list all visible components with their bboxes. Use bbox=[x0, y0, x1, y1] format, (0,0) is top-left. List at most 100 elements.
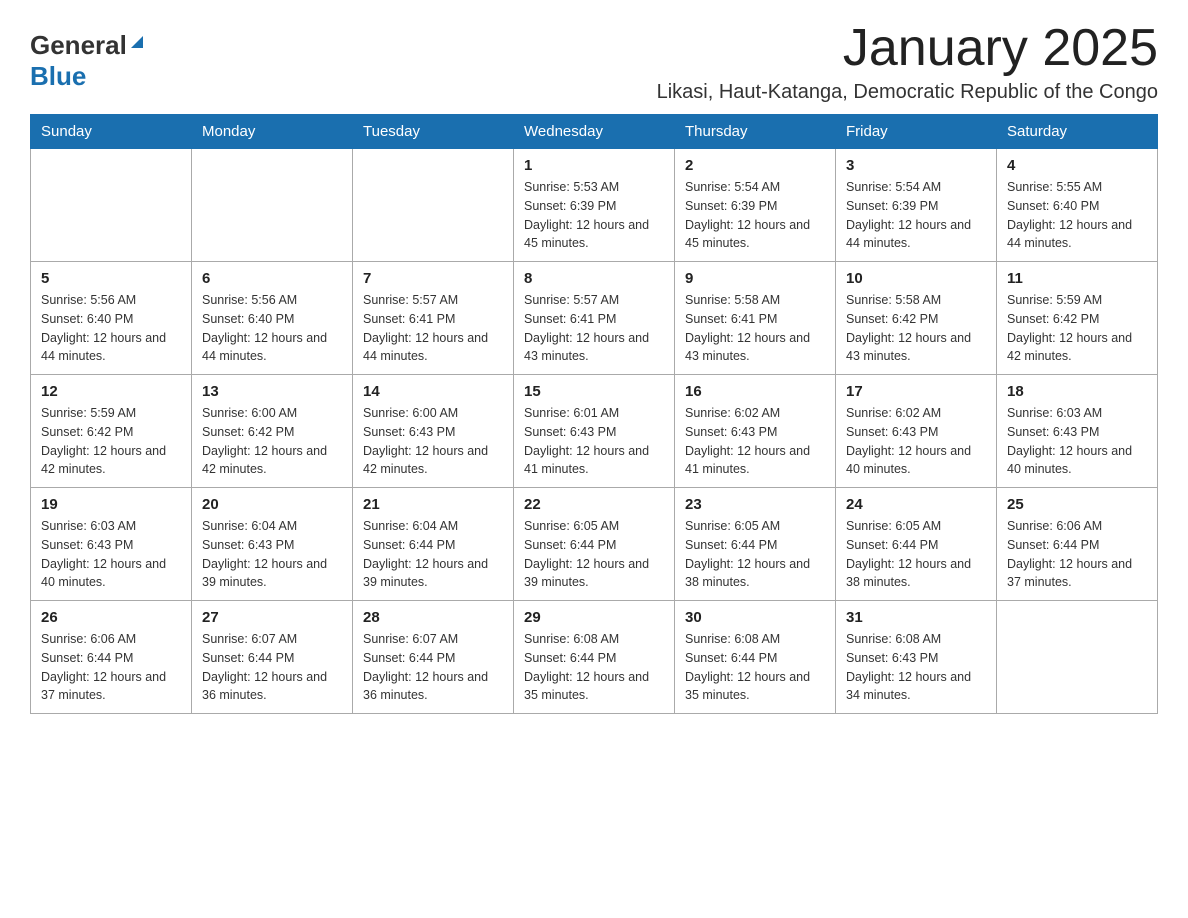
day-number: 22 bbox=[524, 496, 664, 513]
day-info: Sunrise: 6:07 AMSunset: 6:44 PMDaylight:… bbox=[363, 630, 503, 705]
day-info: Sunrise: 6:04 AMSunset: 6:43 PMDaylight:… bbox=[202, 517, 342, 592]
day-number: 18 bbox=[1007, 383, 1147, 400]
day-info: Sunrise: 6:00 AMSunset: 6:42 PMDaylight:… bbox=[202, 404, 342, 479]
day-cell-13: 13 Sunrise: 6:00 AMSunset: 6:42 PMDayligh… bbox=[192, 375, 353, 488]
location-subtitle: Likasi, Haut-Katanga, Democratic Republi… bbox=[657, 81, 1158, 104]
day-number: 21 bbox=[363, 496, 503, 513]
day-cell-25: 25 Sunrise: 6:06 AMSunset: 6:44 PMDayligh… bbox=[997, 488, 1158, 601]
day-info: Sunrise: 5:58 AMSunset: 6:42 PMDaylight:… bbox=[846, 291, 986, 366]
calendar-week-2: 5 Sunrise: 5:56 AMSunset: 6:40 PMDaylight… bbox=[31, 262, 1158, 375]
day-info: Sunrise: 6:04 AMSunset: 6:44 PMDaylight:… bbox=[363, 517, 503, 592]
day-cell-24: 24 Sunrise: 6:05 AMSunset: 6:44 PMDayligh… bbox=[836, 488, 997, 601]
day-info: Sunrise: 6:08 AMSunset: 6:43 PMDaylight:… bbox=[846, 630, 986, 705]
day-info: Sunrise: 5:57 AMSunset: 6:41 PMDaylight:… bbox=[524, 291, 664, 366]
col-header-tuesday: Tuesday bbox=[353, 115, 514, 149]
day-number: 24 bbox=[846, 496, 986, 513]
day-cell-20: 20Sunrise: 6:04 AMSunset: 6:43 PMDayligh… bbox=[192, 488, 353, 601]
day-info: Sunrise: 5:53 AMSunset: 6:39 PMDaylight:… bbox=[524, 178, 664, 253]
day-number: 19 bbox=[41, 496, 181, 513]
logo: General Blue bbox=[30, 30, 145, 92]
calendar-table: SundayMondayTuesdayWednesdayThursdayFrid… bbox=[30, 114, 1158, 714]
day-info: Sunrise: 6:08 AMSunset: 6:44 PMDaylight:… bbox=[524, 630, 664, 705]
day-number: 13 bbox=[202, 383, 342, 400]
calendar-header-row: SundayMondayTuesdayWednesdayThursdayFrid… bbox=[31, 115, 1158, 149]
day-number: 7 bbox=[363, 270, 503, 287]
day-cell-15: 15Sunrise: 6:01 AMSunset: 6:43 PMDayligh… bbox=[514, 375, 675, 488]
col-header-saturday: Saturday bbox=[997, 115, 1158, 149]
day-info: Sunrise: 6:06 AMSunset: 6:44 PMDaylight:… bbox=[1007, 517, 1147, 592]
day-info: Sunrise: 6:00 AMSunset: 6:43 PMDaylight:… bbox=[363, 404, 503, 479]
day-cell-12: 12Sunrise: 5:59 AMSunset: 6:42 PMDayligh… bbox=[31, 375, 192, 488]
day-number: 5 bbox=[41, 270, 181, 287]
logo-blue-text: Blue bbox=[30, 61, 86, 92]
day-info: Sunrise: 5:59 AMSunset: 6:42 PMDaylight:… bbox=[1007, 291, 1147, 366]
logo-triangle-icon bbox=[129, 34, 145, 50]
empty-cell bbox=[31, 149, 192, 262]
day-number: 1 bbox=[524, 157, 664, 174]
day-cell-10: 10 Sunrise: 5:58 AMSunset: 6:42 PMDayligh… bbox=[836, 262, 997, 375]
day-info: Sunrise: 6:08 AMSunset: 6:44 PMDaylight:… bbox=[685, 630, 825, 705]
day-number: 3 bbox=[846, 157, 986, 174]
day-number: 31 bbox=[846, 609, 986, 626]
day-cell-23: 23 Sunrise: 6:05 AMSunset: 6:44 PMDayligh… bbox=[675, 488, 836, 601]
day-cell-28: 28 Sunrise: 6:07 AMSunset: 6:44 PMDayligh… bbox=[353, 601, 514, 714]
day-info: Sunrise: 6:05 AMSunset: 6:44 PMDaylight:… bbox=[685, 517, 825, 592]
day-cell-19: 19 Sunrise: 6:03 AMSunset: 6:43 PMDayligh… bbox=[31, 488, 192, 601]
day-info: Sunrise: 5:57 AMSunset: 6:41 PMDaylight:… bbox=[363, 291, 503, 366]
day-number: 28 bbox=[363, 609, 503, 626]
empty-cell bbox=[353, 149, 514, 262]
day-cell-6: 6Sunrise: 5:56 AMSunset: 6:40 PMDaylight… bbox=[192, 262, 353, 375]
day-cell-9: 9 Sunrise: 5:58 AMSunset: 6:41 PMDaylight… bbox=[675, 262, 836, 375]
day-info: Sunrise: 6:05 AMSunset: 6:44 PMDaylight:… bbox=[846, 517, 986, 592]
day-info: Sunrise: 6:02 AMSunset: 6:43 PMDaylight:… bbox=[846, 404, 986, 479]
day-number: 25 bbox=[1007, 496, 1147, 513]
day-cell-14: 14 Sunrise: 6:00 AMSunset: 6:43 PMDayligh… bbox=[353, 375, 514, 488]
day-number: 8 bbox=[524, 270, 664, 287]
day-info: Sunrise: 6:05 AMSunset: 6:44 PMDaylight:… bbox=[524, 517, 664, 592]
day-info: Sunrise: 5:54 AMSunset: 6:39 PMDaylight:… bbox=[685, 178, 825, 253]
day-info: Sunrise: 6:03 AMSunset: 6:43 PMDaylight:… bbox=[1007, 404, 1147, 479]
page-header: General Blue January 2025 Likasi, Haut-K… bbox=[30, 20, 1158, 104]
day-info: Sunrise: 5:59 AMSunset: 6:42 PMDaylight:… bbox=[41, 404, 181, 479]
calendar-week-3: 12Sunrise: 5:59 AMSunset: 6:42 PMDayligh… bbox=[31, 375, 1158, 488]
day-cell-5: 5 Sunrise: 5:56 AMSunset: 6:40 PMDaylight… bbox=[31, 262, 192, 375]
day-number: 27 bbox=[202, 609, 342, 626]
day-number: 14 bbox=[363, 383, 503, 400]
day-number: 16 bbox=[685, 383, 825, 400]
col-header-wednesday: Wednesday bbox=[514, 115, 675, 149]
day-info: Sunrise: 6:07 AMSunset: 6:44 PMDaylight:… bbox=[202, 630, 342, 705]
day-cell-4: 4Sunrise: 5:55 AMSunset: 6:40 PMDaylight… bbox=[997, 149, 1158, 262]
day-number: 10 bbox=[846, 270, 986, 287]
day-cell-26: 26Sunrise: 6:06 AMSunset: 6:44 PMDayligh… bbox=[31, 601, 192, 714]
day-number: 23 bbox=[685, 496, 825, 513]
day-number: 11 bbox=[1007, 270, 1147, 287]
day-info: Sunrise: 5:58 AMSunset: 6:41 PMDaylight:… bbox=[685, 291, 825, 366]
day-number: 30 bbox=[685, 609, 825, 626]
day-cell-7: 7 Sunrise: 5:57 AMSunset: 6:41 PMDaylight… bbox=[353, 262, 514, 375]
day-info: Sunrise: 5:56 AMSunset: 6:40 PMDaylight:… bbox=[41, 291, 181, 366]
day-cell-22: 22 Sunrise: 6:05 AMSunset: 6:44 PMDayligh… bbox=[514, 488, 675, 601]
day-cell-21: 21 Sunrise: 6:04 AMSunset: 6:44 PMDayligh… bbox=[353, 488, 514, 601]
day-number: 15 bbox=[524, 383, 664, 400]
logo-general-text: General bbox=[30, 30, 127, 61]
day-cell-1: 1 Sunrise: 5:53 AMSunset: 6:39 PMDaylight… bbox=[514, 149, 675, 262]
day-cell-30: 30 Sunrise: 6:08 AMSunset: 6:44 PMDayligh… bbox=[675, 601, 836, 714]
col-header-sunday: Sunday bbox=[31, 115, 192, 149]
empty-cell bbox=[997, 601, 1158, 714]
day-number: 17 bbox=[846, 383, 986, 400]
day-number: 6 bbox=[202, 270, 342, 287]
calendar-week-1: 1 Sunrise: 5:53 AMSunset: 6:39 PMDaylight… bbox=[31, 149, 1158, 262]
day-cell-11: 11 Sunrise: 5:59 AMSunset: 6:42 PMDayligh… bbox=[997, 262, 1158, 375]
month-title: January 2025 bbox=[657, 20, 1158, 77]
day-cell-3: 3 Sunrise: 5:54 AMSunset: 6:39 PMDaylight… bbox=[836, 149, 997, 262]
day-info: Sunrise: 5:54 AMSunset: 6:39 PMDaylight:… bbox=[846, 178, 986, 253]
day-cell-27: 27 Sunrise: 6:07 AMSunset: 6:44 PMDayligh… bbox=[192, 601, 353, 714]
day-number: 9 bbox=[685, 270, 825, 287]
empty-cell bbox=[192, 149, 353, 262]
day-info: Sunrise: 6:03 AMSunset: 6:43 PMDaylight:… bbox=[41, 517, 181, 592]
calendar-week-5: 26Sunrise: 6:06 AMSunset: 6:44 PMDayligh… bbox=[31, 601, 1158, 714]
col-header-monday: Monday bbox=[192, 115, 353, 149]
day-info: Sunrise: 5:55 AMSunset: 6:40 PMDaylight:… bbox=[1007, 178, 1147, 253]
day-info: Sunrise: 6:02 AMSunset: 6:43 PMDaylight:… bbox=[685, 404, 825, 479]
col-header-thursday: Thursday bbox=[675, 115, 836, 149]
